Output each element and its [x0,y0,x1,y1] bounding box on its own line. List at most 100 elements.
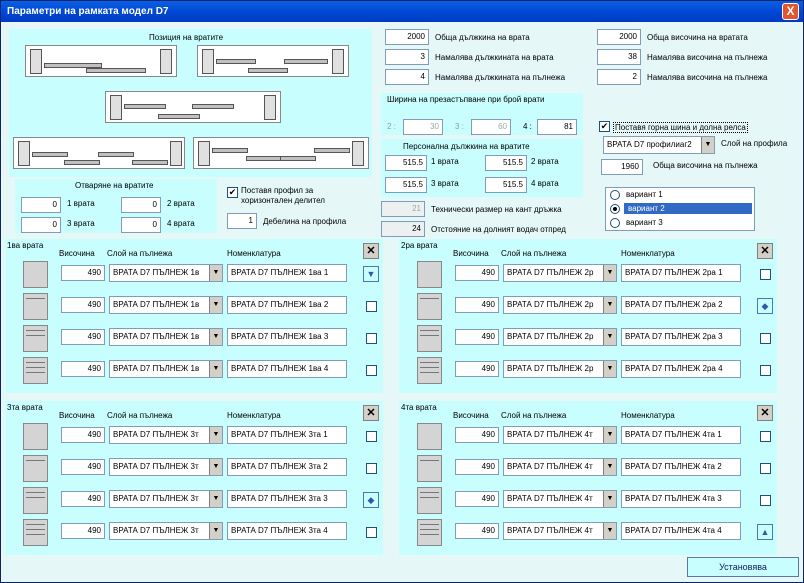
fill-thumbnail[interactable] [23,455,48,482]
fill-thumbnail[interactable] [417,487,442,514]
personal-1-input[interactable]: 515.5 [385,155,427,171]
fill-layer-combo[interactable]: ВРАТА D7 ПЪЛНЕЖ 1в ▼ [109,296,223,314]
rail-checkbox[interactable]: ✔ [599,121,610,132]
fill-thumbnail[interactable] [23,357,48,384]
fill-height-input[interactable]: 490 [455,361,499,377]
fill-thumbnail[interactable] [23,325,48,352]
chevron-down-icon[interactable]: ▼ [603,523,616,539]
fill-layer-combo[interactable]: ВРАТА D7 ПЪЛНЕЖ 4т ▼ [503,522,617,540]
overlap-2-input[interactable]: 30 [403,119,443,135]
row-checkbox[interactable] [366,365,377,376]
move-arrow-icon[interactable]: ◆ [757,298,773,314]
nomenclature-field[interactable]: ВРАТА D7 ПЪЛНЕЖ 1ва 1 [227,264,347,282]
total-length-input[interactable]: 2000 [385,29,429,45]
fill-height-input[interactable]: 490 [455,523,499,539]
nomenclature-field[interactable]: ВРАТА D7 ПЪЛНЕЖ 4та 1 [621,426,741,444]
fill-height-input[interactable]: 490 [455,459,499,475]
clear-button[interactable]: ✕ [757,243,773,259]
nomenclature-field[interactable]: ВРАТА D7 ПЪЛНЕЖ 2ра 2 [621,296,741,314]
fill-height-input[interactable]: 490 [61,491,105,507]
row-checkbox[interactable] [760,333,771,344]
fill-height-input[interactable]: 490 [455,329,499,345]
variant-2-option[interactable]: вариант 2 [606,203,754,216]
fill-layer-combo[interactable]: ВРАТА D7 ПЪЛНЕЖ 3т ▼ [109,522,223,540]
nomenclature-field[interactable]: ВРАТА D7 ПЪЛНЕЖ 2ра 3 [621,328,741,346]
fill-layer-combo[interactable]: ВРАТА D7 ПЪЛНЕЖ 1в ▼ [109,328,223,346]
fill-height-input[interactable]: 490 [61,297,105,313]
position-option-5[interactable] [193,137,369,169]
opening-3-input[interactable]: 0 [21,217,61,233]
reduce-fill-height-input[interactable]: 2 [597,69,641,85]
chevron-down-icon[interactable]: ▼ [603,459,616,475]
profile-thickness-input[interactable]: 1 [227,213,257,229]
nomenclature-field[interactable]: ВРАТА D7 ПЪЛНЕЖ 3та 4 [227,522,347,540]
reduce-length-input[interactable]: 3 [385,49,429,65]
fill-layer-combo[interactable]: ВРАТА D7 ПЪЛНЕЖ 3т ▼ [109,426,223,444]
row-checkbox[interactable] [760,431,771,442]
personal-3-input[interactable]: 515.5 [385,177,427,193]
fill-layer-combo[interactable]: ВРАТА D7 ПЪЛНЕЖ 2р ▼ [503,360,617,378]
nomenclature-field[interactable]: ВРАТА D7 ПЪЛНЕЖ 1ва 4 [227,360,347,378]
nomenclature-field[interactable]: ВРАТА D7 ПЪЛНЕЖ 4та 4 [621,522,741,540]
fill-thumbnail[interactable] [417,423,442,450]
nomenclature-field[interactable]: ВРАТА D7 ПЪЛНЕЖ 4та 3 [621,490,741,508]
opening-4-input[interactable]: 0 [121,217,161,233]
fill-thumbnail[interactable] [23,519,48,546]
profile-layer-combo[interactable]: ВРАТА D7 профилиаг2 ▼ [603,136,715,154]
fill-layer-combo[interactable]: ВРАТА D7 ПЪЛНЕЖ 4т ▼ [503,490,617,508]
nomenclature-field[interactable]: ВРАТА D7 ПЪЛНЕЖ 2ра 4 [621,360,741,378]
nomenclature-field[interactable]: ВРАТА D7 ПЪЛНЕЖ 3та 3 [227,490,347,508]
fill-layer-combo[interactable]: ВРАТА D7 ПЪЛНЕЖ 2р ▼ [503,328,617,346]
clear-button[interactable]: ✕ [757,405,773,421]
fill-layer-combo[interactable]: ВРАТА D7 ПЪЛНЕЖ 4т ▼ [503,458,617,476]
chevron-down-icon[interactable]: ▼ [603,265,616,281]
chevron-down-icon[interactable]: ▼ [603,361,616,377]
divider-checkbox[interactable]: ✔ [227,187,238,198]
guide-distance-input[interactable]: 24 [381,221,425,237]
fill-layer-combo[interactable]: ВРАТА D7 ПЪЛНЕЖ 4т ▼ [503,426,617,444]
chevron-down-icon[interactable]: ▼ [603,427,616,443]
fill-height-input[interactable]: 490 [61,361,105,377]
fill-height-input[interactable]: 490 [455,265,499,281]
fill-layer-combo[interactable]: ВРАТА D7 ПЪЛНЕЖ 3т ▼ [109,490,223,508]
opening-2-input[interactable]: 0 [121,197,161,213]
chevron-down-icon[interactable]: ▼ [209,361,222,377]
handle-size-input[interactable]: 21 [381,201,425,217]
chevron-down-icon[interactable]: ▼ [603,491,616,507]
fill-height-input[interactable]: 490 [455,427,499,443]
row-checkbox[interactable] [366,463,377,474]
row-checkbox[interactable] [366,431,377,442]
clear-button[interactable]: ✕ [363,243,379,259]
total-height-input[interactable]: 2000 [597,29,641,45]
position-option-3[interactable] [105,91,281,123]
personal-2-input[interactable]: 515.5 [485,155,527,171]
fill-thumbnail[interactable] [417,293,442,320]
position-option-4[interactable] [13,137,185,169]
row-checkbox[interactable] [366,301,377,312]
fill-thumbnail[interactable] [23,423,48,450]
chevron-down-icon[interactable]: ▼ [701,137,714,153]
fill-layer-combo[interactable]: ВРАТА D7 ПЪЛНЕЖ 2р ▼ [503,264,617,282]
fill-height-input[interactable]: 490 [455,297,499,313]
fill-height-input[interactable]: 490 [61,265,105,281]
opening-1-input[interactable]: 0 [21,197,61,213]
chevron-down-icon[interactable]: ▼ [603,329,616,345]
fill-layer-combo[interactable]: ВРАТА D7 ПЪЛНЕЖ 1в ▼ [109,264,223,282]
fill-height-input[interactable]: 490 [61,459,105,475]
nomenclature-field[interactable]: ВРАТА D7 ПЪЛНЕЖ 1ва 2 [227,296,347,314]
position-option-1[interactable] [25,45,177,77]
fill-thumbnail[interactable] [417,519,442,546]
variant-1-option[interactable]: вариант 1 [606,189,754,202]
fill-thumbnail[interactable] [23,487,48,514]
variant-3-option[interactable]: вариант 3 [606,217,754,230]
nomenclature-field[interactable]: ВРАТА D7 ПЪЛНЕЖ 3та 1 [227,426,347,444]
move-arrow-icon[interactable]: ▼ [363,266,379,282]
clear-button[interactable]: ✕ [363,405,379,421]
chevron-down-icon[interactable]: ▼ [603,297,616,313]
fill-height-input[interactable]: 490 [61,523,105,539]
nomenclature-field[interactable]: ВРАТА D7 ПЪЛНЕЖ 1ва 3 [227,328,347,346]
chevron-down-icon[interactable]: ▼ [209,297,222,313]
reduce-height-input[interactable]: 38 [597,49,641,65]
fill-height-input[interactable]: 1960 [601,159,643,175]
overlap-3-input[interactable]: 60 [471,119,511,135]
